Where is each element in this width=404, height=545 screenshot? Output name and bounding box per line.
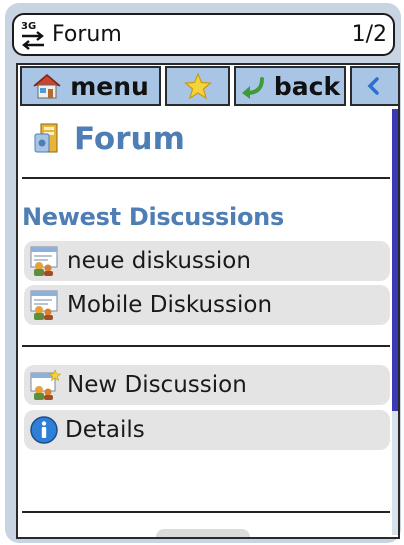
section-title-newest: Newest Discussions (22, 203, 284, 231)
page-title: Forum (74, 121, 185, 157)
browser-screen: menu back Forum Newest Discussions neue … (16, 63, 400, 539)
page-content: Forum Newest Discussions neue diskussion (18, 109, 390, 537)
divider (22, 345, 390, 347)
forum-icon (34, 123, 58, 153)
more-options-button[interactable] (350, 66, 398, 106)
discussion-label: neue diskussion (67, 248, 251, 274)
network-label: 3G (21, 21, 36, 32)
menu-label: menu (70, 71, 149, 101)
bottom-handle (156, 529, 250, 537)
toolbar: menu back (18, 65, 398, 109)
discussion-item[interactable]: Mobile Diskussion (24, 285, 390, 325)
menu-button[interactable]: menu (20, 66, 161, 106)
new-discussion-label: New Discussion (67, 372, 247, 398)
window-title: Forum (52, 22, 122, 47)
scrollbar-thumb[interactable] (392, 109, 398, 411)
discussion-icon (30, 290, 58, 320)
divider (22, 177, 390, 179)
page-indicator: 1/2 (351, 22, 387, 47)
back-arrow-icon (241, 77, 264, 99)
details-label: Details (65, 417, 145, 443)
chevron-left-icon (367, 77, 379, 95)
page-heading: Forum (32, 119, 185, 159)
star-icon (183, 72, 212, 100)
back-button[interactable]: back (234, 66, 346, 106)
divider (22, 511, 390, 513)
info-icon (30, 416, 58, 444)
details-link[interactable]: Details (24, 410, 390, 450)
new-discussion-link[interactable]: New Discussion (24, 365, 390, 405)
new-discussion-icon (30, 369, 61, 400)
discussion-icon (30, 246, 58, 276)
network-3g-icon: 3G (21, 21, 44, 50)
status-title-bar: 3G Forum 1/2 (12, 13, 395, 56)
favorites-button[interactable] (165, 66, 230, 106)
discussion-item[interactable]: neue diskussion (24, 241, 390, 281)
home-icon (33, 74, 61, 99)
back-label: back (273, 71, 341, 101)
discussion-label: Mobile Diskussion (67, 292, 273, 318)
